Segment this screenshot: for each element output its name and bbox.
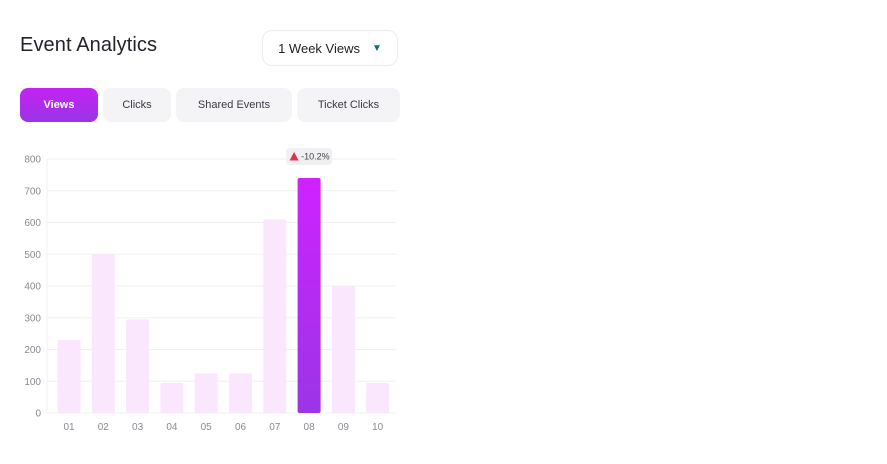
bar (91, 254, 115, 413)
bar-chart: 0 100 200 300 400 500 600 700 800 01 02 03 04 05 06 07 0… (24, 148, 396, 433)
x-tick-label: 01 (63, 422, 75, 433)
y-tick-label: 600 (24, 218, 41, 229)
x-tick-label: 10 (372, 422, 384, 433)
y-tick-label: 700 (24, 186, 41, 197)
y-tick-label: 400 (24, 282, 41, 293)
y-tick-label: 100 (24, 377, 41, 388)
y-tick-label: 800 (24, 155, 41, 166)
y-tick-label: 500 (24, 250, 41, 261)
bar (194, 373, 218, 413)
bar (331, 286, 355, 413)
bar (160, 382, 184, 413)
x-tick-label: 02 (98, 422, 110, 433)
y-tick-label: 300 (24, 313, 41, 324)
x-tick-label: 09 (338, 422, 350, 433)
bar (297, 178, 321, 413)
bar (57, 339, 81, 413)
y-tick-label: 200 (24, 345, 41, 356)
x-tick-label: 04 (166, 422, 178, 433)
x-tick-label: 07 (269, 422, 281, 433)
bar (229, 373, 252, 413)
bar (126, 319, 150, 413)
x-tick-label: 05 (201, 422, 213, 433)
x-tick-label: 03 (132, 422, 144, 433)
bar (366, 382, 390, 413)
annotation-badge: -10.2% (286, 148, 333, 165)
annotation-label: -10.2% (301, 152, 330, 162)
bar (263, 219, 287, 413)
y-tick-label: 0 (35, 409, 41, 420)
x-tick-label: 08 (304, 422, 316, 433)
x-tick-label: 06 (235, 422, 247, 433)
